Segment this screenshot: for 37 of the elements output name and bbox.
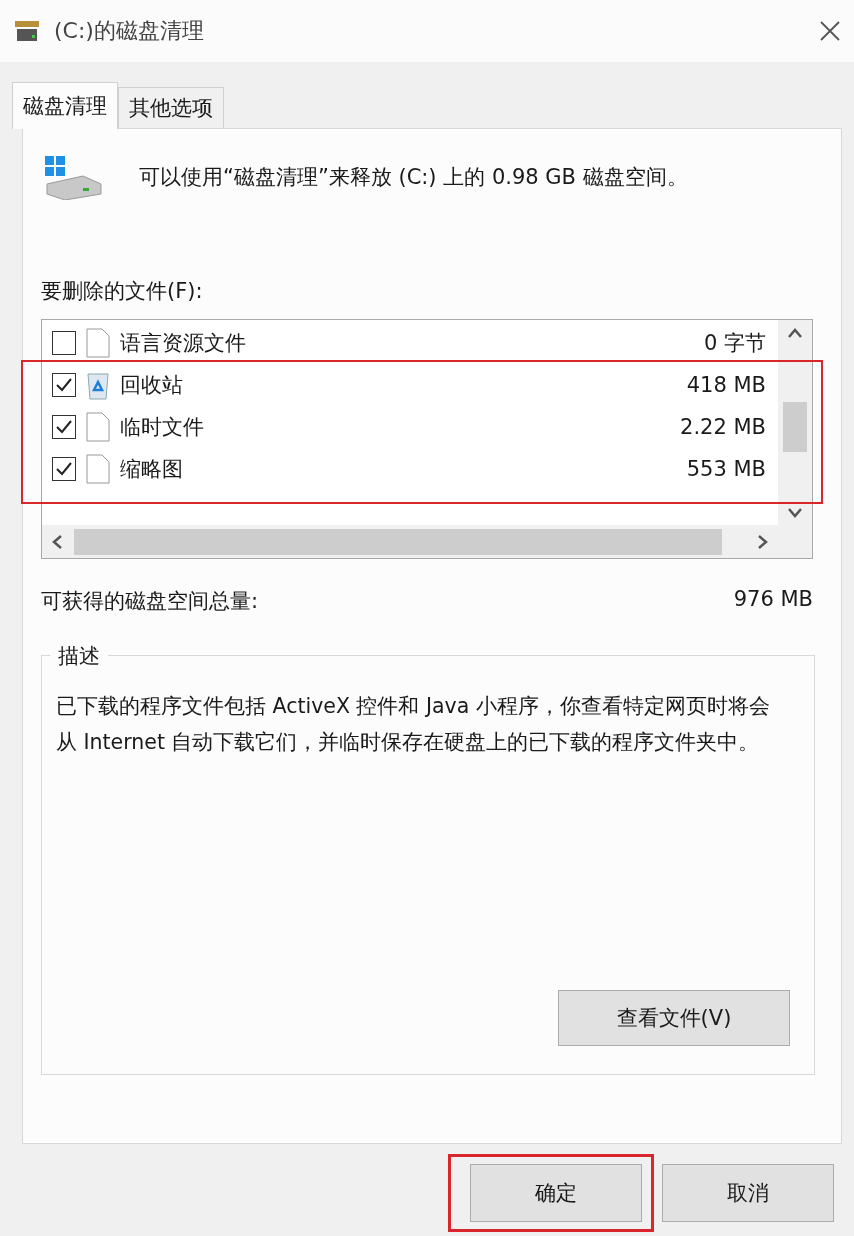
close-icon[interactable]	[820, 21, 840, 41]
document-icon	[86, 454, 110, 484]
scroll-thumb[interactable]	[783, 402, 807, 452]
view-files-button[interactable]: 查看文件(V)	[558, 990, 790, 1046]
tab[interactable]: 其他选项	[118, 87, 224, 128]
file-name: 缩略图	[120, 456, 184, 483]
intro-text: 可以使用“磁盘清理”来释放 (C:) 上的 0.98 GB 磁盘空间。	[139, 164, 688, 191]
dialog-button[interactable]: 确定	[470, 1164, 642, 1222]
description-text: 已下载的程序文件包括 ActiveX 控件和 Java 小程序，你查看特定网页时将会从 Internet 自动下载它们，并临时保存在硬盘上的已下载的程序文件夹中。	[56, 693, 771, 756]
total-value: 976 MB	[733, 587, 813, 613]
total-label: 可获得的磁盘空间总量:	[41, 588, 259, 615]
file-name: 回收站	[120, 372, 184, 399]
file-size: 2.22 MB	[680, 415, 766, 439]
file-size: 418 MB	[686, 373, 766, 397]
disk-icon	[43, 154, 103, 200]
scroll-up-icon[interactable]	[787, 326, 803, 340]
file-name: 临时文件	[120, 414, 205, 441]
dialog-button[interactable]: 取消	[662, 1164, 834, 1222]
scroll-thumb[interactable]	[74, 528, 722, 555]
file-size: 0 字节	[703, 330, 766, 357]
vertical-scrollbar[interactable]	[778, 320, 812, 525]
checkbox[interactable]	[52, 331, 76, 355]
files-label: 要删除的文件(F):	[41, 278, 204, 305]
scroll-left-icon[interactable]	[50, 533, 64, 550]
tab[interactable]: 磁盘清理	[12, 82, 118, 129]
checkbox[interactable]	[52, 457, 76, 481]
checkbox[interactable]	[52, 373, 76, 397]
horizontal-scrollbar[interactable]	[42, 525, 778, 558]
file-name: 语言资源文件	[120, 330, 247, 357]
window-title: (C:)的磁盘清理	[54, 17, 205, 45]
scroll-right-icon[interactable]	[756, 533, 770, 550]
document-icon	[86, 412, 110, 442]
file-size: 553 MB	[686, 457, 766, 481]
disk-cleanup-icon	[14, 19, 40, 43]
recycle-bin-icon	[86, 370, 110, 400]
checkbox[interactable]	[52, 415, 76, 439]
document-icon	[86, 328, 110, 358]
